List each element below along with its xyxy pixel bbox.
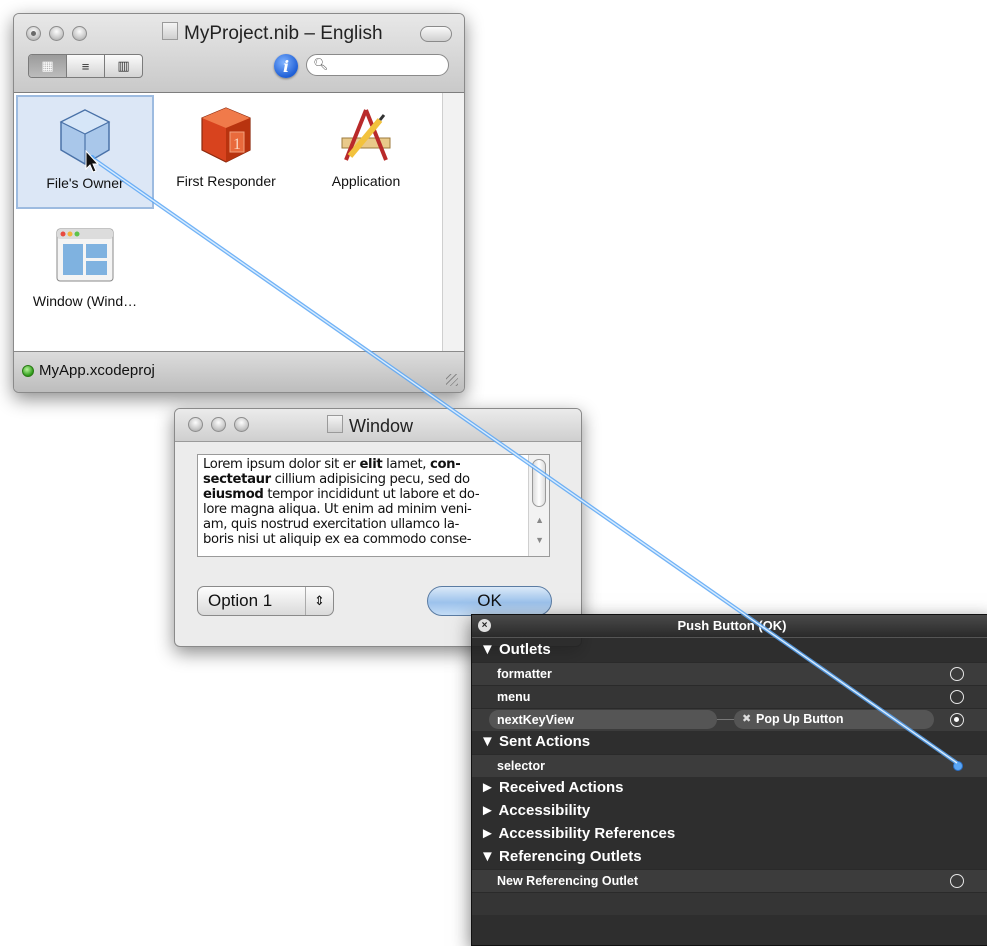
object-window[interactable]: Window (Wind…: [16, 215, 154, 329]
text-line: Lorem ipsum dolor sit er elit lamet, con…: [203, 457, 461, 472]
application-icon: [336, 105, 396, 165]
design-window: Window Lorem ipsum dolor sit er elit lam…: [174, 408, 582, 647]
section-label: ► Received Actions: [480, 779, 624, 796]
section-outlets[interactable]: ▼ Outlets: [472, 639, 987, 661]
section-referencing-outlets[interactable]: ▼ Referencing Outlets: [472, 846, 987, 868]
outlet-row-nextkeyview: nextKeyView ✖ Pop Up Button: [472, 708, 987, 731]
scroll-thumb[interactable]: [532, 459, 546, 507]
text-line: boris nisi ut aliquip ex ea commodo cons…: [203, 532, 472, 547]
vertical-scrollbar[interactable]: [442, 93, 464, 351]
window-title: MyProject.nib – English: [162, 22, 383, 45]
ok-button[interactable]: OK: [427, 586, 552, 616]
svg-text:1: 1: [233, 136, 241, 153]
window-title-text: Window: [349, 416, 414, 436]
window-title-text: MyProject.nib – English: [184, 23, 383, 44]
section-label: ▼ Sent Actions: [480, 733, 591, 750]
popup-arrows-icon: ⇕: [305, 587, 333, 615]
close-button[interactable]: [26, 26, 41, 41]
inspector-titlebar: × Push Button (OK): [472, 615, 987, 638]
section-accessibility-references[interactable]: ► Accessibility References: [472, 823, 987, 845]
action-row-selector: selector: [472, 754, 987, 777]
column-view-button[interactable]: ▥: [105, 55, 142, 77]
connected-circle-icon[interactable]: [950, 713, 964, 727]
outlet-name: menu: [497, 690, 531, 704]
toolbar-toggle-button[interactable]: [420, 26, 452, 42]
text-scrollbar[interactable]: ▲ ▼: [528, 455, 549, 556]
project-name: MyApp.xcodeproj: [39, 362, 155, 379]
nib-toolbar: MyProject.nib – English ▦ ≡ ▥ i 🔍︎: [14, 14, 464, 93]
outlet-row-menu: menu: [472, 685, 987, 708]
section-accessibility[interactable]: ► Accessibility: [472, 800, 987, 822]
new-referencing-outlet-row: New Referencing Outlet: [472, 869, 987, 892]
zoom-button[interactable]: [234, 417, 249, 432]
minimize-button[interactable]: [211, 417, 226, 432]
object-label: Application: [331, 173, 401, 189]
popup-value: Option 1: [208, 591, 273, 610]
object-label: Window (Wind…: [32, 293, 138, 309]
outlet-name: nextKeyView: [497, 713, 574, 727]
search-input[interactable]: 🔍︎: [306, 54, 449, 76]
section-label: ▼ Outlets: [480, 641, 551, 658]
document-icon: [162, 22, 178, 40]
section-received-actions[interactable]: ► Received Actions: [472, 777, 987, 799]
text-line: sectetaur cillium adipisicing pecu, sed …: [203, 472, 470, 487]
connections-inspector: × Push Button (OK) ▼ Outlets formatter m…: [471, 614, 987, 946]
object-grid: File's Owner 1 First Responder Applicati…: [14, 93, 442, 351]
section-sent-actions[interactable]: ▼ Sent Actions: [472, 731, 987, 753]
text-content: Lorem ipsum dolor sit er elit lamet, con…: [203, 457, 523, 547]
connect-circle-icon[interactable]: [950, 667, 964, 681]
outlet-name: formatter: [497, 667, 552, 681]
window-doc-icon: [327, 415, 343, 433]
connect-circle-icon[interactable]: [950, 690, 964, 704]
nib-document-window: MyProject.nib – English ▦ ≡ ▥ i 🔍︎ File'…: [13, 13, 465, 393]
info-icon[interactable]: i: [274, 54, 298, 78]
disconnect-icon[interactable]: ✖: [742, 712, 751, 725]
zoom-button[interactable]: [72, 26, 87, 41]
section-label: ► Accessibility: [480, 802, 591, 819]
search-icon: 🔍︎: [313, 57, 329, 71]
inspector-title: Push Button (OK): [677, 618, 787, 633]
connection-target: Pop Up Button: [756, 712, 844, 726]
view-mode-segmented-control[interactable]: ▦ ≡ ▥: [28, 54, 143, 78]
connection-line: [717, 719, 734, 720]
object-first-responder[interactable]: 1 First Responder: [157, 95, 295, 209]
text-line: lore magna aliqua. Ut enim ad minim veni…: [203, 502, 472, 517]
option-popup-button[interactable]: Option 1 ⇕: [197, 586, 334, 616]
status-bar: MyApp.xcodeproj: [14, 351, 464, 392]
close-button[interactable]: [188, 417, 203, 432]
window-icon: [55, 225, 115, 285]
first-responder-icon: 1: [196, 105, 256, 165]
icon-view-button[interactable]: ▦: [29, 55, 67, 77]
window-titlebar: Window: [175, 409, 581, 442]
sync-status-icon: [22, 365, 34, 377]
outlet-name: New Referencing Outlet: [497, 874, 638, 888]
connect-circle-icon[interactable]: [950, 874, 964, 888]
resize-grip-icon[interactable]: [446, 374, 458, 386]
text-line: am, quis nostrud exercitation ullamco la…: [203, 517, 459, 532]
object-application[interactable]: Application: [297, 95, 435, 209]
section-label: ► Accessibility References: [480, 825, 676, 842]
dragging-connection-dot[interactable]: [953, 761, 963, 771]
scroll-up-arrow-icon[interactable]: ▲: [535, 515, 544, 525]
scroll-down-arrow-icon[interactable]: ▼: [535, 535, 544, 545]
object-label: First Responder: [176, 173, 276, 189]
section-label: ▼ Referencing Outlets: [480, 848, 642, 865]
outlet-row-formatter: formatter: [472, 662, 987, 685]
text-view[interactable]: Lorem ipsum dolor sit er elit lamet, con…: [197, 454, 550, 557]
list-view-button[interactable]: ≡: [67, 55, 105, 77]
text-line: eiusmod tempor incididunt ut labore et d…: [203, 487, 480, 502]
window-title: Window: [327, 415, 413, 437]
object-label: File's Owner: [46, 175, 124, 191]
connection-target-pill[interactable]: ✖ Pop Up Button: [734, 710, 934, 729]
empty-row: [472, 892, 987, 915]
mouse-cursor-icon: [85, 150, 100, 173]
minimize-button[interactable]: [49, 26, 64, 41]
action-name: selector: [497, 759, 545, 773]
